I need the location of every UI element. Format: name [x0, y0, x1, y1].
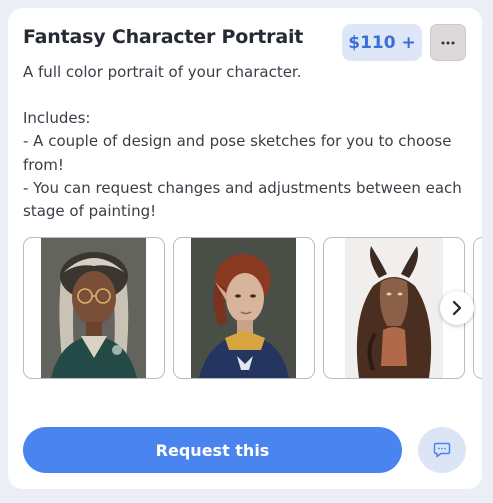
portrait-elf-red-hair-image [191, 238, 296, 378]
description-intro: A full color portrait of your character. [23, 63, 302, 81]
listing-card: Fantasy Character Portrait $110 + A full… [8, 8, 482, 489]
includes-item: - You can request changes and adjustment… [23, 178, 462, 221]
image-gallery [23, 237, 482, 380]
listing-title: Fantasy Character Portrait [23, 26, 304, 48]
includes-heading: Includes: [23, 109, 91, 128]
portrait-partial-image [474, 238, 482, 378]
more-options-button[interactable] [430, 24, 466, 61]
chevron-right-icon [452, 300, 462, 316]
gallery-next-button[interactable] [440, 291, 474, 325]
message-button[interactable] [418, 427, 466, 473]
gallery-image[interactable] [473, 237, 482, 379]
gallery-image[interactable] [173, 237, 315, 379]
portrait-horned-dragon-figure-image [345, 238, 443, 378]
gallery-image[interactable] [23, 237, 165, 379]
more-horizontal-icon [441, 41, 455, 44]
portrait-woman-glasses-braids-image [41, 238, 146, 378]
request-button[interactable]: Request this [23, 427, 402, 473]
price-badge: $110 + [342, 24, 422, 61]
listing-description: A full color portrait of your character.… [23, 61, 473, 223]
chat-bubble-icon [433, 442, 451, 458]
includes-item: - A couple of design and pose sketches f… [23, 132, 452, 174]
